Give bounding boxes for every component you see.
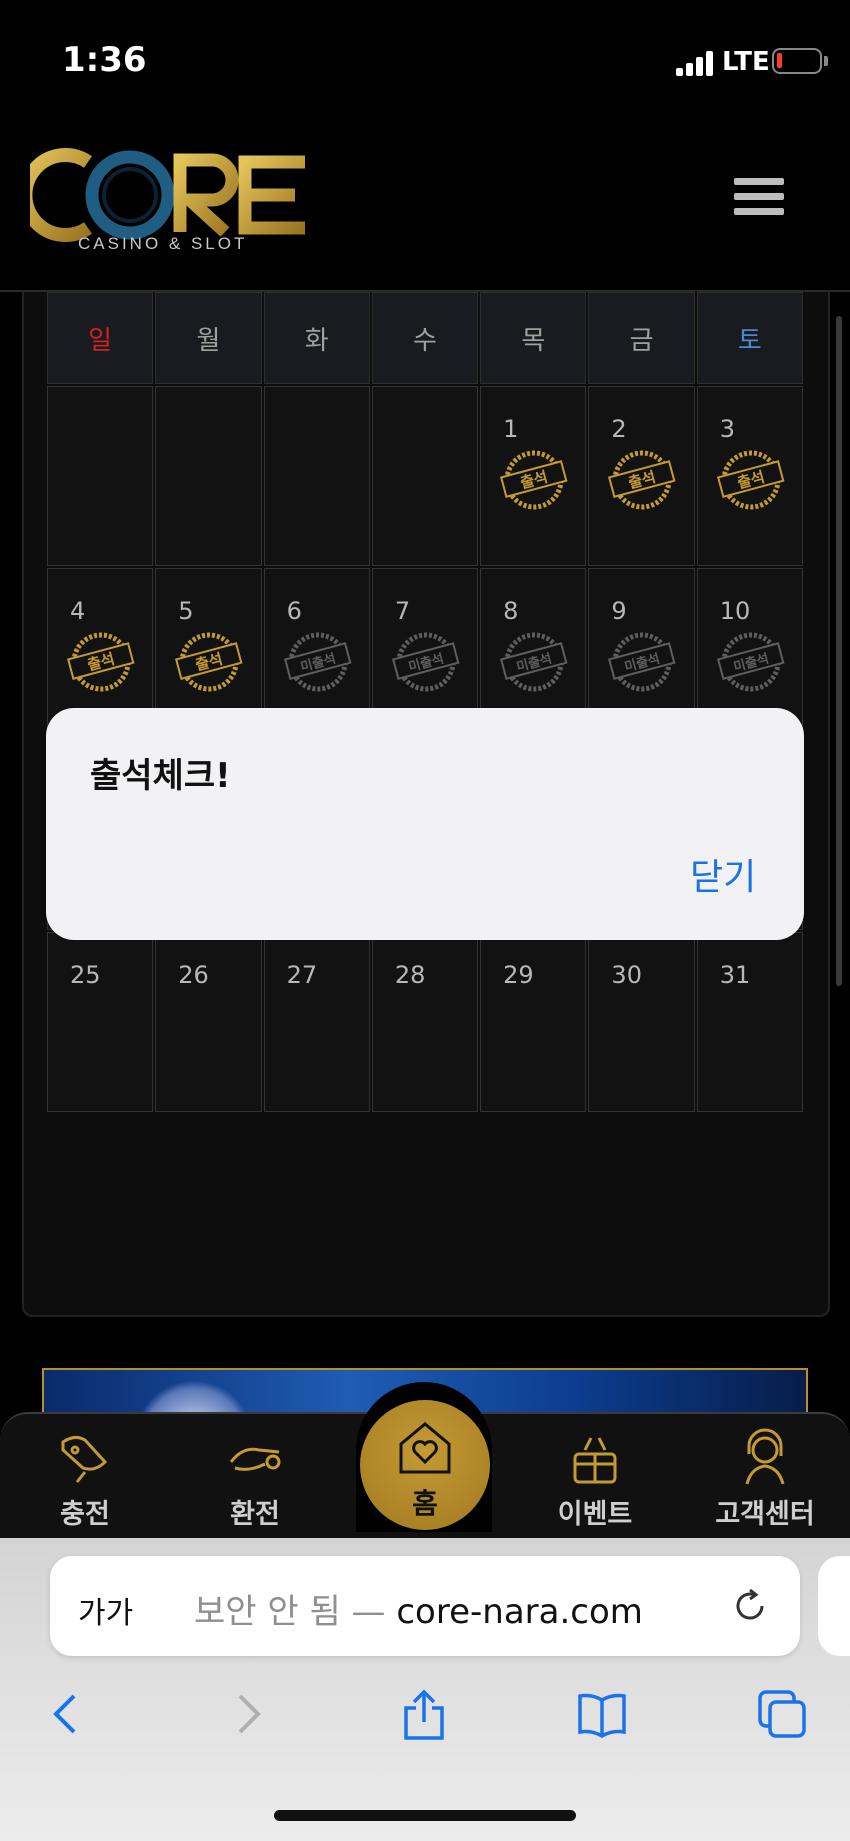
alert-close-button[interactable]: 닫기 [690, 848, 756, 900]
calendar-day-cell[interactable]: 31 [696, 932, 803, 1112]
alert-title: 출석체크! [90, 756, 231, 796]
calendar-day-cell[interactable]: 1 출석 [480, 386, 587, 566]
page-scrollbar[interactable] [836, 316, 842, 986]
attendance-alert-dialog: 출석체크! 닫기 [46, 708, 804, 940]
forward-icon[interactable] [222, 1688, 274, 1740]
nav-exchange[interactable]: 환전 [190, 1420, 320, 1531]
weekday-header: 월 [155, 292, 262, 384]
network-type: LTE [722, 47, 770, 77]
day-number: 7 [394, 597, 411, 625]
bookmarks-icon[interactable] [576, 1688, 628, 1740]
calendar-day-cell [155, 386, 262, 566]
hamburger-menu-icon[interactable] [734, 178, 784, 222]
calendar-day-cell[interactable]: 28 [371, 932, 479, 1112]
calendar-day-cell [47, 386, 154, 566]
absent-stamp: 미출석 [500, 632, 568, 692]
calendar-day-cell[interactable]: 3 출석 [696, 386, 803, 566]
absent-stamp: 미출석 [608, 632, 676, 692]
battery-icon [772, 48, 822, 74]
day-number: 26 [178, 961, 209, 989]
attended-stamp: 출석 [716, 450, 785, 510]
nav-event-label: 이벤트 [557, 1499, 633, 1530]
day-number: 27 [286, 961, 318, 989]
nav-charge[interactable]: 충전 [20, 1420, 150, 1531]
reload-icon[interactable] [730, 1586, 770, 1626]
attended-stamp: 출석 [175, 632, 243, 692]
attended-stamp: 출석 [608, 450, 676, 510]
next-tab-bar[interactable] [818, 1556, 850, 1656]
day-number: 2 [611, 415, 627, 443]
status-time: 1:36 [62, 40, 147, 80]
url-domain: core-nara.com [396, 1592, 643, 1632]
day-number: 1 [503, 415, 519, 443]
calendar-day-cell [371, 386, 479, 566]
nav-home-label: 홈 [412, 1487, 438, 1520]
url-text: 보안 안 됨 — core-nara.com [194, 1584, 643, 1633]
day-number: 9 [611, 597, 627, 625]
day-number: 8 [503, 597, 519, 625]
gift-icon [573, 1437, 617, 1484]
logo-tagline: CASINO & SLOT [78, 234, 248, 253]
nav-support-label: 고객센터 [715, 1499, 815, 1530]
battery-tip [824, 56, 828, 66]
exchange-icon [229, 1447, 281, 1471]
nav-event[interactable]: 이벤트 [530, 1420, 660, 1531]
charge-icon [61, 1435, 108, 1483]
attendance-calendar: 일 월 화 수 목 금 토 1 출석 2 출석 3 출석 4 출석 5 출석 6 미출석 7 미출석 8 미출석 9 미출석 10… [47, 292, 803, 1112]
absent-stamp: 미출석 [283, 632, 352, 692]
absent-stamp: 미출석 [716, 632, 785, 692]
calendar-day-cell[interactable]: 27 [263, 932, 370, 1112]
text-size-button[interactable]: 가가 [78, 1588, 133, 1632]
security-warning: 보안 안 됨 — [194, 1592, 386, 1632]
calendar-day-cell [263, 386, 370, 566]
weekday-header: 화 [263, 292, 370, 384]
day-number: 3 [719, 415, 735, 443]
weekday-header: 일 [47, 292, 154, 384]
back-icon[interactable] [40, 1688, 92, 1740]
attended-stamp: 출석 [500, 450, 568, 510]
calendar-day-cell[interactable]: 26 [155, 932, 262, 1112]
day-number: 5 [178, 597, 194, 625]
cellular-signal-icon [676, 50, 716, 76]
day-number: 29 [503, 961, 534, 989]
home-heart-icon [399, 1422, 451, 1474]
calendar-day-cell[interactable]: 2 출석 [588, 386, 695, 566]
customer-support-icon [745, 1428, 785, 1485]
calendar-day-cell[interactable]: 25 [47, 932, 154, 1112]
calendar-day-cell[interactable]: 30 [588, 932, 695, 1112]
day-number: 31 [719, 961, 751, 989]
day-number: 30 [611, 961, 642, 989]
absent-stamp: 미출석 [391, 632, 460, 692]
share-icon[interactable] [398, 1688, 450, 1740]
attended-stamp: 출석 [66, 632, 135, 692]
weekday-header: 토 [696, 292, 803, 384]
nav-exchange-label: 환전 [230, 1499, 280, 1530]
day-number: 10 [719, 597, 751, 625]
calendar-day-cell[interactable]: 29 [480, 932, 587, 1112]
day-number: 6 [286, 597, 302, 625]
nav-support[interactable]: 고객센터 [700, 1420, 830, 1531]
site-header: CASINO & SLOT [0, 110, 850, 292]
day-number: 25 [70, 961, 101, 989]
weekday-header: 금 [588, 292, 695, 384]
status-bar: 1:36 LTE [0, 0, 850, 110]
weekday-header: 목 [480, 292, 587, 384]
day-number: 4 [70, 597, 86, 625]
address-bar[interactable]: 가가 보안 안 됨 — core-nara.com [50, 1556, 800, 1656]
weekday-header: 수 [371, 292, 479, 384]
home-indicator[interactable] [274, 1810, 576, 1821]
nav-home[interactable]: 홈 [360, 1400, 490, 1530]
nav-charge-label: 충전 [60, 1499, 110, 1530]
tabs-icon[interactable] [756, 1688, 808, 1740]
day-number: 28 [394, 961, 426, 989]
